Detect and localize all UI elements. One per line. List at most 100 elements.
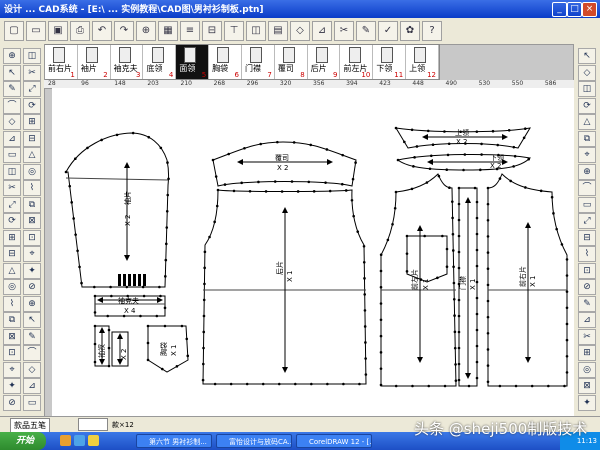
cut-tool-icon[interactable]: ✂ (23, 64, 41, 81)
notch-icon[interactable]: ◇ (290, 21, 310, 41)
piece-cell[interactable]: 袖片 2 (78, 45, 111, 79)
piece-cell[interactable]: 后片 9 (308, 45, 341, 79)
notch-tool-icon[interactable]: ◇ (578, 64, 596, 81)
pen-tool-icon[interactable]: ✎ (23, 328, 41, 345)
cut-tool-icon[interactable]: ✂ (3, 180, 21, 196)
piece-cell[interactable]: 前右片 1 (45, 45, 78, 79)
select-tool-icon[interactable]: ↖ (578, 48, 596, 64)
close-button[interactable]: × (582, 2, 597, 17)
box-tool-icon[interactable]: ⊡ (578, 262, 596, 279)
curve-tool-icon[interactable]: ⌒ (23, 345, 41, 361)
quicklaunch-media-icon[interactable] (88, 435, 99, 446)
seam-tool-icon[interactable]: ⌇ (23, 180, 41, 196)
zoom-tool-icon[interactable]: ⊕ (23, 295, 41, 312)
copy-tool-icon[interactable]: ⧉ (3, 312, 21, 328)
palette-icon[interactable]: ✿ (400, 21, 420, 41)
piece-cell[interactable]: 门襟 7 (242, 45, 275, 79)
rect-tool-icon[interactable]: ▭ (23, 394, 41, 411)
rotate-tool-icon[interactable]: ⟳ (3, 213, 21, 229)
split-tool-icon[interactable]: ◫ (3, 163, 21, 180)
shirt-icon[interactable]: ⊤ (224, 21, 244, 41)
cut-icon[interactable]: ✂ (334, 21, 354, 41)
pen-tool-icon[interactable]: ✎ (3, 81, 21, 97)
move-tool-icon[interactable]: ⤢ (3, 196, 21, 213)
box-tool-icon[interactable]: ⊡ (3, 345, 21, 361)
pen-tool-icon[interactable]: ✎ (578, 295, 596, 312)
target-tool-icon[interactable]: ⌖ (23, 246, 41, 262)
layout-icon[interactable]: ▤ (268, 21, 288, 41)
target-tool-icon[interactable]: ⌖ (578, 147, 596, 163)
grid-tool-icon[interactable]: ⊞ (578, 345, 596, 361)
redo-icon[interactable]: ↷ (114, 21, 134, 41)
circle-tool-icon[interactable]: ◎ (23, 163, 41, 180)
start-button[interactable]: 开始 (0, 432, 46, 450)
save-icon[interactable]: ▣ (48, 21, 68, 41)
delete-tool-icon[interactable]: ⊘ (23, 279, 41, 295)
notch-tool-icon[interactable]: ◇ (23, 361, 41, 378)
minus-tool-icon[interactable]: ⊟ (578, 229, 596, 246)
angle-tool-icon[interactable]: ⊿ (3, 130, 21, 147)
dart-tool-icon[interactable]: △ (23, 147, 41, 163)
maximize-button[interactable]: □ (567, 2, 582, 17)
angle-tool-icon[interactable]: ⊿ (23, 378, 41, 394)
star-tool-icon[interactable]: ✦ (3, 378, 21, 394)
mark-tool-icon[interactable]: ⊠ (3, 328, 21, 345)
split-tool-icon[interactable]: ◫ (578, 81, 596, 97)
dart-tool-icon[interactable]: △ (3, 262, 21, 279)
copy-tool-icon[interactable]: ⧉ (578, 130, 596, 147)
status-tab[interactable]: 款品五笔 (10, 418, 50, 433)
move-tool-icon[interactable]: ⤢ (23, 81, 41, 97)
cut-tool-icon[interactable]: ✂ (578, 328, 596, 345)
box-tool-icon[interactable]: ⊡ (23, 229, 41, 246)
star-tool-icon[interactable]: ✦ (23, 262, 41, 279)
print-icon[interactable]: ⎙ (70, 21, 90, 41)
seam-tool-icon[interactable]: ⌇ (578, 246, 596, 262)
pen-icon[interactable]: ✎ (356, 21, 376, 41)
piece-cell[interactable]: 袖克夫 3 (111, 45, 144, 79)
move-tool-icon[interactable]: ⤢ (578, 213, 596, 229)
piece-cell[interactable]: 胸袋 6 (209, 45, 242, 79)
rect-tool-icon[interactable]: ▭ (578, 196, 596, 213)
minimize-button[interactable]: _ (552, 2, 567, 17)
minus-tool-icon[interactable]: ⊟ (23, 130, 41, 147)
circle-tool-icon[interactable]: ◎ (578, 361, 596, 378)
dart-tool-icon[interactable]: △ (578, 114, 596, 130)
quicklaunch-ie-icon[interactable] (60, 435, 71, 446)
task-item-3[interactable]: CorelDRAW 12 - [... (296, 434, 372, 448)
rotate-tool-icon[interactable]: ⟳ (23, 97, 41, 114)
help-icon[interactable]: ? (422, 21, 442, 41)
target-tool-icon[interactable]: ⌖ (3, 361, 21, 378)
grid-icon[interactable]: ▦ (158, 21, 178, 41)
seam-tool-icon[interactable]: ⌇ (3, 295, 21, 312)
zoom-tool-icon[interactable]: ⊕ (578, 163, 596, 180)
check-icon[interactable]: ✓ (378, 21, 398, 41)
mark-tool-icon[interactable]: ⊠ (23, 213, 41, 229)
open-file-icon[interactable]: ▭ (26, 21, 46, 41)
rect-tool-icon[interactable]: ▭ (3, 147, 21, 163)
piece-cell[interactable]: 覆司 8 (275, 45, 308, 79)
curve-tool-icon[interactable]: ⌒ (578, 180, 596, 196)
piece-cell[interactable]: 底领 4 (144, 45, 177, 79)
angle-tool-icon[interactable]: ⊿ (578, 312, 596, 328)
minus-tool-icon[interactable]: ⊟ (3, 246, 21, 262)
piece-cell[interactable]: 上领 12 (406, 45, 439, 79)
new-file-icon[interactable]: ▢ (4, 21, 24, 41)
zoom-tool-icon[interactable]: ⊕ (3, 48, 21, 64)
split-tool-icon[interactable]: ◫ (23, 48, 41, 64)
measure-icon[interactable]: ⊿ (312, 21, 332, 41)
delete-tool-icon[interactable]: ⊘ (3, 394, 21, 411)
circle-tool-icon[interactable]: ◎ (3, 279, 21, 295)
mark-tool-icon[interactable]: ⊠ (578, 378, 596, 394)
star-tool-icon[interactable]: ✦ (578, 394, 596, 411)
grid-tool-icon[interactable]: ⊞ (3, 229, 21, 246)
drawing-canvas[interactable]: 袖片 X 2 袖克夫 X 4 覆司 X 2 后片 X 1 上领 X 2 下领 X… (52, 88, 574, 416)
select-tool-icon[interactable]: ↖ (3, 64, 21, 81)
undo-icon[interactable]: ↶ (92, 21, 112, 41)
piece-cell[interactable]: 下领 11 (373, 45, 407, 79)
piece-cell[interactable]: 面领 5 (176, 45, 210, 79)
quicklaunch-desktop-icon[interactable] (74, 435, 85, 446)
ruler-icon[interactable]: ⊟ (202, 21, 222, 41)
piece-list-icon[interactable]: ≡ (180, 21, 200, 41)
grading-icon[interactable]: ◫ (246, 21, 266, 41)
copy-tool-icon[interactable]: ⧉ (23, 196, 41, 213)
